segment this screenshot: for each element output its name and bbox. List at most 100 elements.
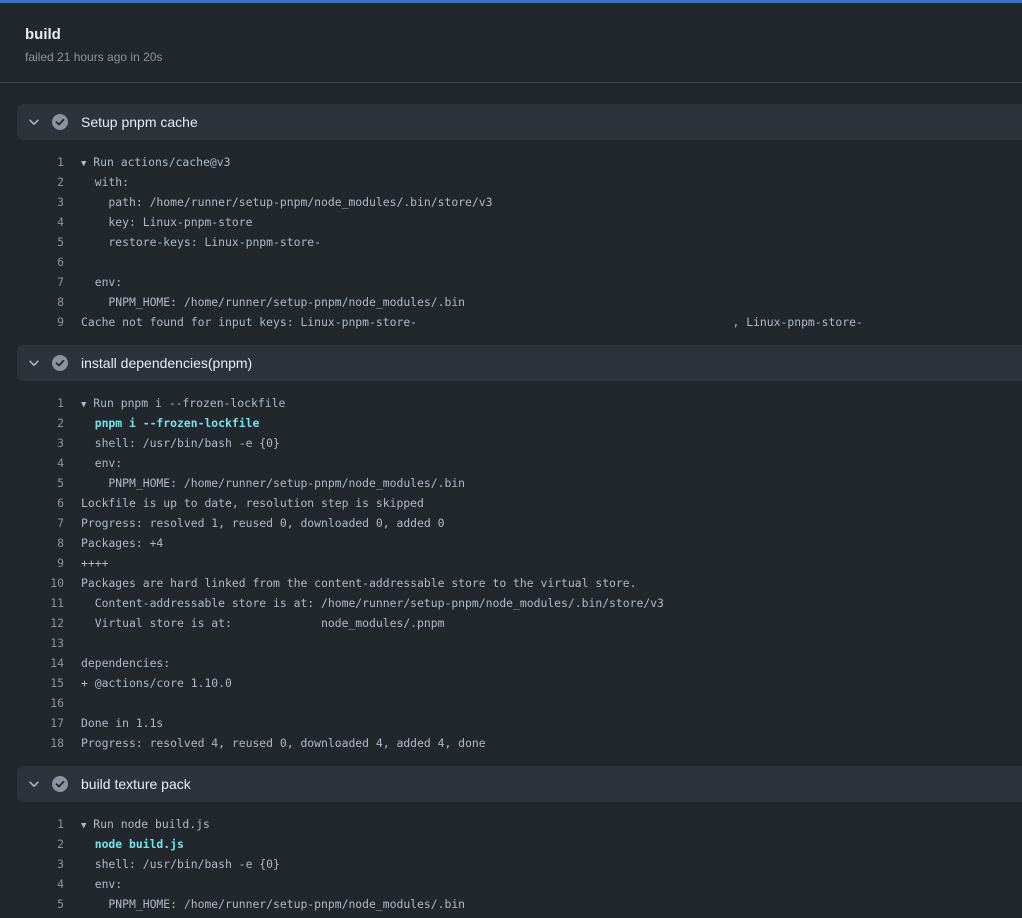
- log-line: 18 Progress: resolved 4, reused 0, downlo…: [17, 733, 1022, 753]
- line-number[interactable]: 17: [17, 713, 64, 733]
- log-text: Progress: resolved 1, reused 0, download…: [81, 516, 445, 530]
- log-line: 12 Virtual store is at: node_modules/.pn…: [17, 613, 1022, 633]
- line-number[interactable]: 2: [17, 413, 64, 433]
- line-number[interactable]: 18: [17, 733, 64, 753]
- line-number[interactable]: 11: [17, 593, 64, 613]
- line-number[interactable]: 7: [17, 513, 64, 533]
- log-text: key: Linux-pnpm-store: [81, 215, 253, 229]
- job-header: build failed 21 hours ago in 20s: [0, 3, 1022, 83]
- log-text: ++++: [81, 556, 109, 570]
- step-title: install dependencies(pnpm): [81, 355, 253, 371]
- log-text: with:: [81, 175, 130, 189]
- job-status: failed 21 hours ago in 20s: [25, 50, 163, 64]
- log-text: Packages are hard linked from the conten…: [81, 576, 637, 590]
- log-text: ▼ Run pnpm i --frozen-lockfile: [81, 396, 286, 410]
- log-line: 6 Lockfile is up to date, resolution step…: [17, 493, 1022, 513]
- log-line: 13: [17, 633, 1022, 653]
- log-text: env:: [81, 877, 123, 891]
- line-number[interactable]: 6: [17, 493, 64, 513]
- line-number[interactable]: 4: [17, 453, 64, 473]
- log-line: 2 with:: [17, 172, 1022, 192]
- log-text: path: /home/runner/setup-pnpm/node_modul…: [81, 195, 493, 209]
- log-step: install dependencies(pnpm) 1 ▼ Run pnpm i …: [17, 345, 1022, 753]
- log-line: 7 env:: [17, 272, 1022, 292]
- log-line: 5 PNPM_HOME: /home/runner/setup-pnpm/nod…: [17, 473, 1022, 493]
- line-number[interactable]: 3: [17, 192, 64, 212]
- line-number[interactable]: 8: [17, 533, 64, 553]
- log-line: 9 Cache not found for input keys: Linux-p…: [17, 312, 1022, 332]
- line-number[interactable]: 10: [17, 573, 64, 593]
- log-text: ▼ Run actions/cache@v3: [81, 155, 231, 169]
- triangle-down-icon[interactable]: ▼: [81, 159, 86, 169]
- log-text: PNPM_HOME: /home/runner/setup-pnpm/node_…: [81, 476, 466, 490]
- log-line: 4 key: Linux-pnpm-store: [17, 212, 1022, 232]
- log-line: 16: [17, 693, 1022, 713]
- line-number[interactable]: 4: [17, 874, 64, 894]
- triangle-down-icon[interactable]: ▼: [81, 400, 86, 410]
- line-number[interactable]: 5: [17, 894, 64, 914]
- line-number[interactable]: 1: [17, 152, 64, 172]
- log-line: 14 dependencies:: [17, 653, 1022, 673]
- step-header[interactable]: build texture pack: [17, 766, 1022, 802]
- log-line: 4 env:: [17, 874, 1022, 894]
- step-header[interactable]: install dependencies(pnpm): [17, 345, 1022, 381]
- line-number[interactable]: 5: [17, 232, 64, 252]
- log-line: 10 Packages are hard linked from the cont…: [17, 573, 1022, 593]
- line-number[interactable]: 3: [17, 854, 64, 874]
- log-text: Lockfile is up to date, resolution step …: [81, 496, 424, 510]
- log-line: 8 Packages: +4: [17, 533, 1022, 553]
- line-number[interactable]: 3: [17, 433, 64, 453]
- log-text: env:: [81, 275, 123, 289]
- job-title: build: [25, 26, 61, 43]
- chevron-down-icon[interactable]: [27, 777, 41, 791]
- line-number[interactable]: 14: [17, 653, 64, 673]
- line-number[interactable]: 1: [17, 814, 64, 834]
- log-text: restore-keys: Linux-pnpm-store-: [81, 235, 322, 249]
- log-line: 8 PNPM_HOME: /home/runner/setup-pnpm/nod…: [17, 292, 1022, 312]
- log-line: 2 node build.js: [17, 834, 1022, 854]
- check-circle-icon: [52, 355, 68, 371]
- log-line: 7 Progress: resolved 1, reused 0, downloa…: [17, 513, 1022, 533]
- line-number[interactable]: 16: [17, 693, 64, 713]
- log-step: Setup pnpm cache 1 ▼ Run actions/cache@v3 2…: [17, 104, 1022, 332]
- step-header[interactable]: Setup pnpm cache: [17, 104, 1022, 140]
- line-number[interactable]: 6: [17, 252, 64, 272]
- step-log: 1 ▼ Run node build.js 2 node build.js 3 she…: [17, 802, 1022, 914]
- triangle-down-icon[interactable]: ▼: [81, 821, 86, 831]
- log-line: 3 path: /home/runner/setup-pnpm/node_mod…: [17, 192, 1022, 212]
- step-log: 1 ▼ Run actions/cache@v3 2 with: 3 path: /h…: [17, 140, 1022, 332]
- line-number[interactable]: 7: [17, 272, 64, 292]
- log-line: 5 restore-keys: Linux-pnpm-store-: [17, 232, 1022, 252]
- log-line: 17 Done in 1.1s: [17, 713, 1022, 733]
- log-line: 3 shell: /usr/bin/bash -e {0}: [17, 854, 1022, 874]
- log-text: Done in 1.1s: [81, 716, 164, 730]
- log-text: Cache not found for input keys: Linux-pn…: [81, 315, 863, 329]
- log-line: 1 ▼ Run node build.js: [17, 814, 1022, 834]
- log-text: ▼ Run node build.js: [81, 817, 210, 831]
- log-text: PNPM_HOME: /home/runner/setup-pnpm/node_…: [81, 295, 466, 309]
- line-number[interactable]: 9: [17, 553, 64, 573]
- line-number[interactable]: 13: [17, 633, 64, 653]
- log-text: env:: [81, 456, 123, 470]
- log-line: 4 env:: [17, 453, 1022, 473]
- line-number[interactable]: 1: [17, 393, 64, 413]
- line-number[interactable]: 4: [17, 212, 64, 232]
- check-circle-icon: [52, 114, 68, 130]
- log-text: + @actions/core 1.10.0: [81, 676, 232, 690]
- line-number[interactable]: 2: [17, 172, 64, 192]
- log-text: shell: /usr/bin/bash -e {0}: [81, 436, 280, 450]
- log-text: PNPM_HOME: /home/runner/setup-pnpm/node_…: [81, 897, 466, 911]
- line-number[interactable]: 9: [17, 312, 64, 332]
- chevron-down-icon[interactable]: [27, 115, 41, 129]
- line-number[interactable]: 15: [17, 673, 64, 693]
- chevron-down-icon[interactable]: [27, 356, 41, 370]
- line-number[interactable]: 5: [17, 473, 64, 493]
- line-number[interactable]: 12: [17, 613, 64, 633]
- line-number[interactable]: 8: [17, 292, 64, 312]
- log-line: 5 PNPM_HOME: /home/runner/setup-pnpm/nod…: [17, 894, 1022, 914]
- log-text: Progress: resolved 4, reused 0, download…: [81, 736, 486, 750]
- line-number[interactable]: 2: [17, 834, 64, 854]
- log-text: Virtual store is at: node_modules/.pnpm: [81, 616, 445, 630]
- step-log: 1 ▼ Run pnpm i --frozen-lockfile 2 pnpm i …: [17, 381, 1022, 753]
- log-line: 3 shell: /usr/bin/bash -e {0}: [17, 433, 1022, 453]
